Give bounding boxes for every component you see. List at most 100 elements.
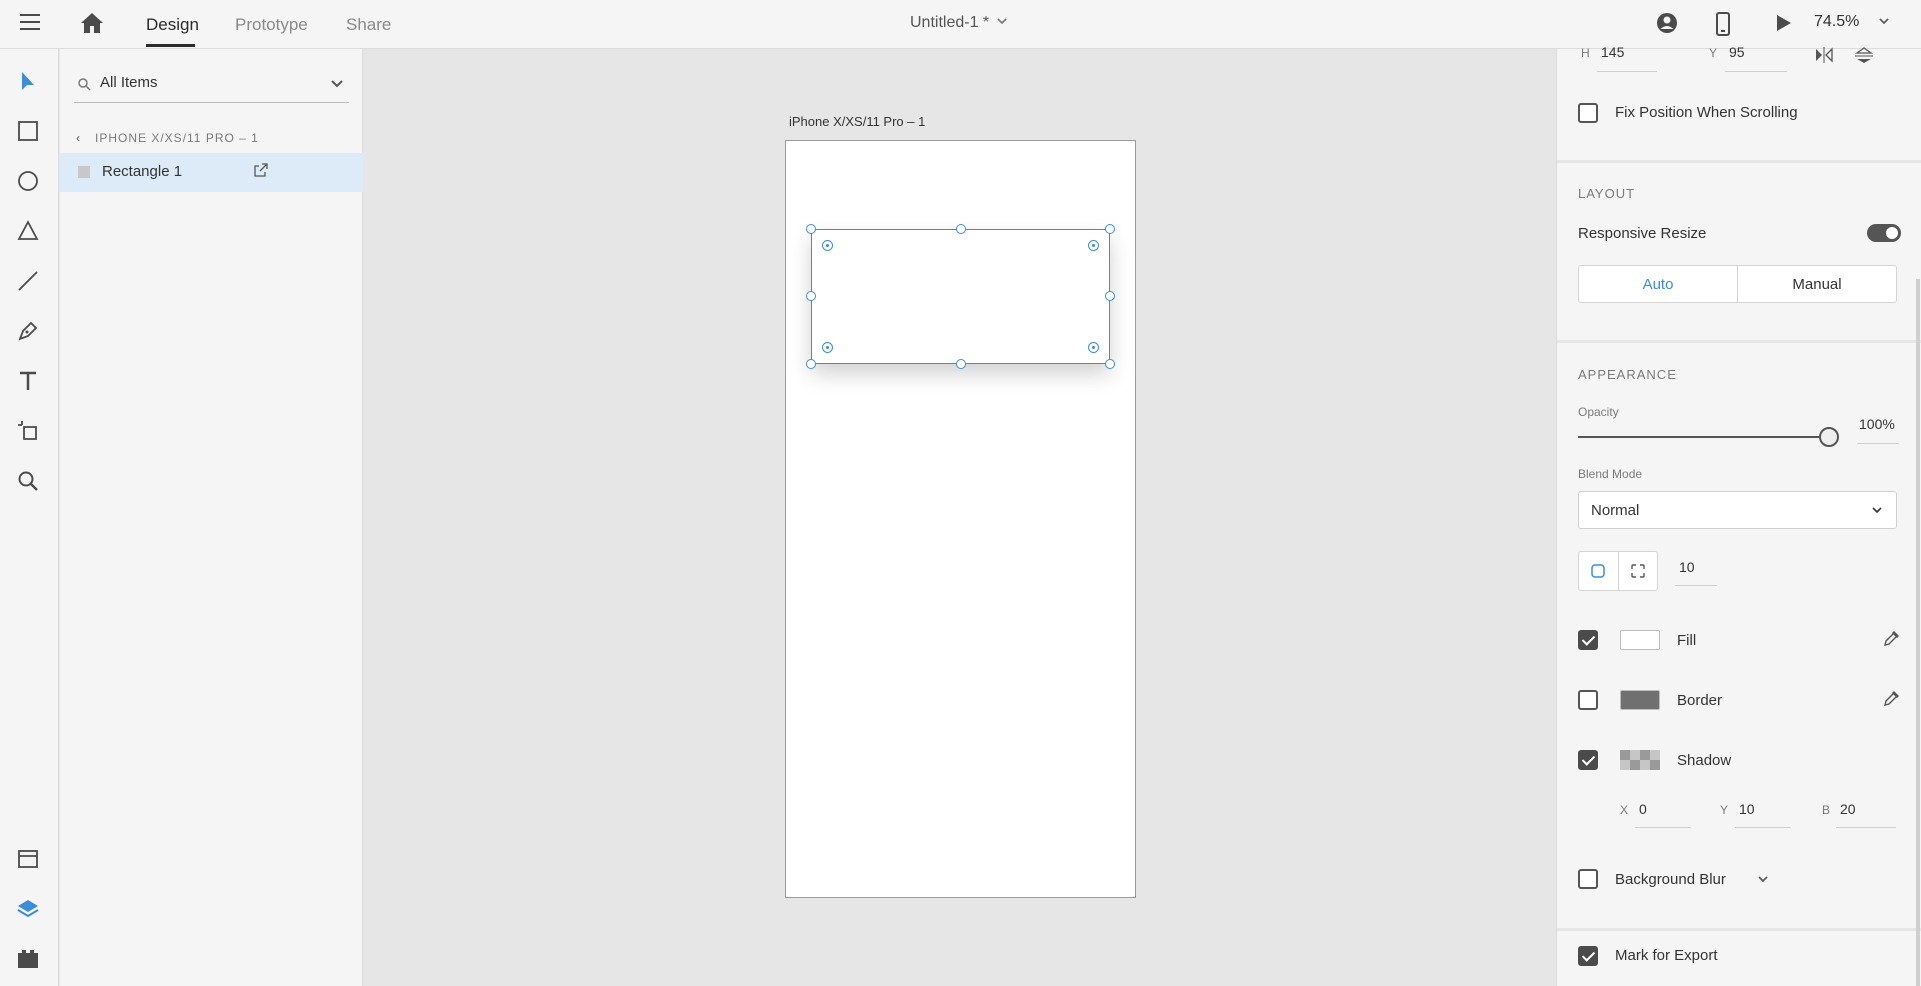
shadow-y-input[interactable]: 10 bbox=[1739, 801, 1755, 817]
chevron-down-icon[interactable] bbox=[1878, 16, 1890, 26]
opacity-slider[interactable] bbox=[1578, 436, 1828, 438]
zoom-tool-icon[interactable] bbox=[16, 469, 40, 493]
search-input[interactable]: All Items bbox=[100, 74, 158, 91]
divider bbox=[1557, 160, 1921, 163]
fill-label: Fill bbox=[1677, 632, 1697, 649]
inspector-scrollbar[interactable] bbox=[1916, 279, 1920, 986]
top-bar: Design Prototype Share Untitled-1 * 74.5… bbox=[0, 0, 1921, 49]
rectangle-tool-icon[interactable] bbox=[16, 119, 40, 143]
height-label: H bbox=[1581, 46, 1590, 60]
tool-rail bbox=[0, 49, 59, 986]
resize-handle-left[interactable] bbox=[806, 291, 816, 301]
resize-handle-top-right[interactable] bbox=[1105, 224, 1115, 234]
mark-for-export-label: Mark for Export bbox=[1615, 947, 1718, 964]
tab-design[interactable]: Design bbox=[146, 15, 199, 35]
assets-icon[interactable] bbox=[16, 847, 40, 871]
plugins-icon[interactable] bbox=[16, 947, 40, 971]
ellipse-tool-icon[interactable] bbox=[16, 169, 40, 193]
opacity-input-underline bbox=[1857, 443, 1899, 444]
auto-button[interactable]: Auto bbox=[1579, 266, 1738, 302]
border-label: Border bbox=[1677, 692, 1723, 709]
resize-handle-bottom-left[interactable] bbox=[806, 359, 816, 369]
polygon-tool-icon[interactable] bbox=[16, 219, 40, 243]
artboard-tool-icon[interactable] bbox=[16, 419, 40, 443]
chevron-down-icon[interactable] bbox=[329, 77, 345, 91]
layer-row[interactable]: Rectangle 1 bbox=[60, 153, 363, 192]
divider bbox=[1557, 928, 1921, 931]
layers-icon[interactable] bbox=[16, 897, 40, 921]
chevron-down-icon[interactable] bbox=[1757, 874, 1769, 884]
layers-search[interactable]: All Items bbox=[74, 69, 349, 103]
document-title[interactable]: Untitled-1 * bbox=[910, 14, 989, 32]
breadcrumb[interactable]: ‹ IPHONE X/XS/11 PRO – 1 bbox=[76, 131, 259, 145]
breadcrumb-label: IPHONE X/XS/11 PRO – 1 bbox=[95, 131, 259, 145]
pen-tool-icon[interactable] bbox=[16, 319, 40, 343]
back-chevron-icon[interactable]: ‹ bbox=[76, 131, 81, 145]
artboard-label[interactable]: iPhone X/XS/11 Pro – 1 bbox=[789, 114, 925, 129]
chevron-down-icon bbox=[1872, 507, 1882, 514]
y-label: Y bbox=[1709, 46, 1718, 60]
shadow-x-input[interactable]: 0 bbox=[1639, 801, 1647, 817]
text-tool-icon[interactable] bbox=[16, 369, 40, 393]
active-tab-underline bbox=[146, 44, 195, 47]
zoom-level[interactable]: 74.5% bbox=[1814, 13, 1859, 31]
responsive-resize-toggle[interactable] bbox=[1867, 224, 1901, 242]
layout-section-title: LAYOUT bbox=[1578, 186, 1636, 201]
layers-panel: All Items ‹ IPHONE X/XS/11 PRO – 1 Rectan… bbox=[60, 49, 363, 986]
tab-prototype[interactable]: Prototype bbox=[235, 15, 308, 35]
fix-position-checkbox[interactable] bbox=[1578, 103, 1598, 123]
export-icon[interactable] bbox=[254, 163, 268, 177]
rounded-square-icon bbox=[1591, 564, 1605, 578]
shadow-b-label: B bbox=[1822, 803, 1831, 817]
resize-handle-bottom[interactable] bbox=[956, 359, 966, 369]
resize-handle-right[interactable] bbox=[1105, 291, 1115, 301]
opacity-value[interactable]: 100% bbox=[1859, 416, 1895, 432]
property-inspector: H 145 Y 95 Fix Position When Scrolling L… bbox=[1556, 44, 1921, 986]
blend-mode-select[interactable]: Normal bbox=[1578, 491, 1897, 529]
shadow-color-swatch[interactable] bbox=[1620, 750, 1660, 770]
background-blur-checkbox[interactable] bbox=[1578, 869, 1598, 889]
shadow-checkbox[interactable] bbox=[1578, 750, 1598, 770]
uniform-corner-button[interactable] bbox=[1579, 552, 1619, 590]
home-icon[interactable] bbox=[80, 12, 104, 34]
fill-checkbox[interactable] bbox=[1578, 630, 1598, 650]
mark-for-export-checkbox[interactable] bbox=[1578, 946, 1598, 966]
responsive-resize-label: Responsive Resize bbox=[1578, 225, 1707, 242]
resize-handle-bottom-right[interactable] bbox=[1105, 359, 1115, 369]
border-checkbox[interactable] bbox=[1578, 690, 1598, 710]
selected-rectangle[interactable] bbox=[811, 229, 1110, 364]
select-tool-icon[interactable] bbox=[16, 69, 40, 93]
corner-radius-handle[interactable] bbox=[822, 240, 833, 251]
mobile-preview-icon[interactable] bbox=[1715, 12, 1731, 36]
shadow-x-underline bbox=[1635, 827, 1691, 828]
individual-corners-button[interactable] bbox=[1619, 552, 1658, 590]
manual-button[interactable]: Manual bbox=[1738, 266, 1896, 302]
border-color-swatch[interactable] bbox=[1620, 690, 1660, 710]
flip-horizontal-icon[interactable] bbox=[1814, 47, 1834, 63]
corner-radius-handle[interactable] bbox=[822, 342, 833, 353]
background-blur-label: Background Blur bbox=[1615, 871, 1726, 888]
corner-radius-handle[interactable] bbox=[1088, 342, 1099, 353]
user-icon[interactable] bbox=[1656, 12, 1678, 34]
line-tool-icon[interactable] bbox=[16, 269, 40, 293]
chevron-down-icon[interactable] bbox=[996, 16, 1008, 26]
y-input[interactable]: 95 bbox=[1729, 44, 1745, 60]
flip-vertical-icon[interactable] bbox=[1855, 47, 1873, 63]
resize-handle-top-left[interactable] bbox=[806, 224, 816, 234]
height-input-underline bbox=[1597, 71, 1657, 72]
height-input[interactable]: 145 bbox=[1601, 44, 1624, 60]
opacity-slider-knob[interactable] bbox=[1819, 427, 1839, 447]
layer-name: Rectangle 1 bbox=[102, 163, 183, 180]
hamburger-menu-icon[interactable] bbox=[20, 14, 40, 30]
fill-color-swatch[interactable] bbox=[1620, 630, 1660, 650]
eyedropper-icon[interactable] bbox=[1883, 629, 1901, 647]
eyedropper-icon[interactable] bbox=[1883, 689, 1901, 707]
corner-radius-handle[interactable] bbox=[1088, 240, 1099, 251]
tab-share[interactable]: Share bbox=[346, 15, 391, 35]
play-icon[interactable] bbox=[1774, 14, 1792, 32]
shadow-b-input[interactable]: 20 bbox=[1840, 801, 1856, 817]
corner-radius-input[interactable]: 10 bbox=[1679, 559, 1695, 575]
resize-handle-top[interactable] bbox=[956, 224, 966, 234]
resize-mode-segmented-control: Auto Manual bbox=[1578, 265, 1897, 303]
shadow-x-label: X bbox=[1620, 803, 1629, 817]
